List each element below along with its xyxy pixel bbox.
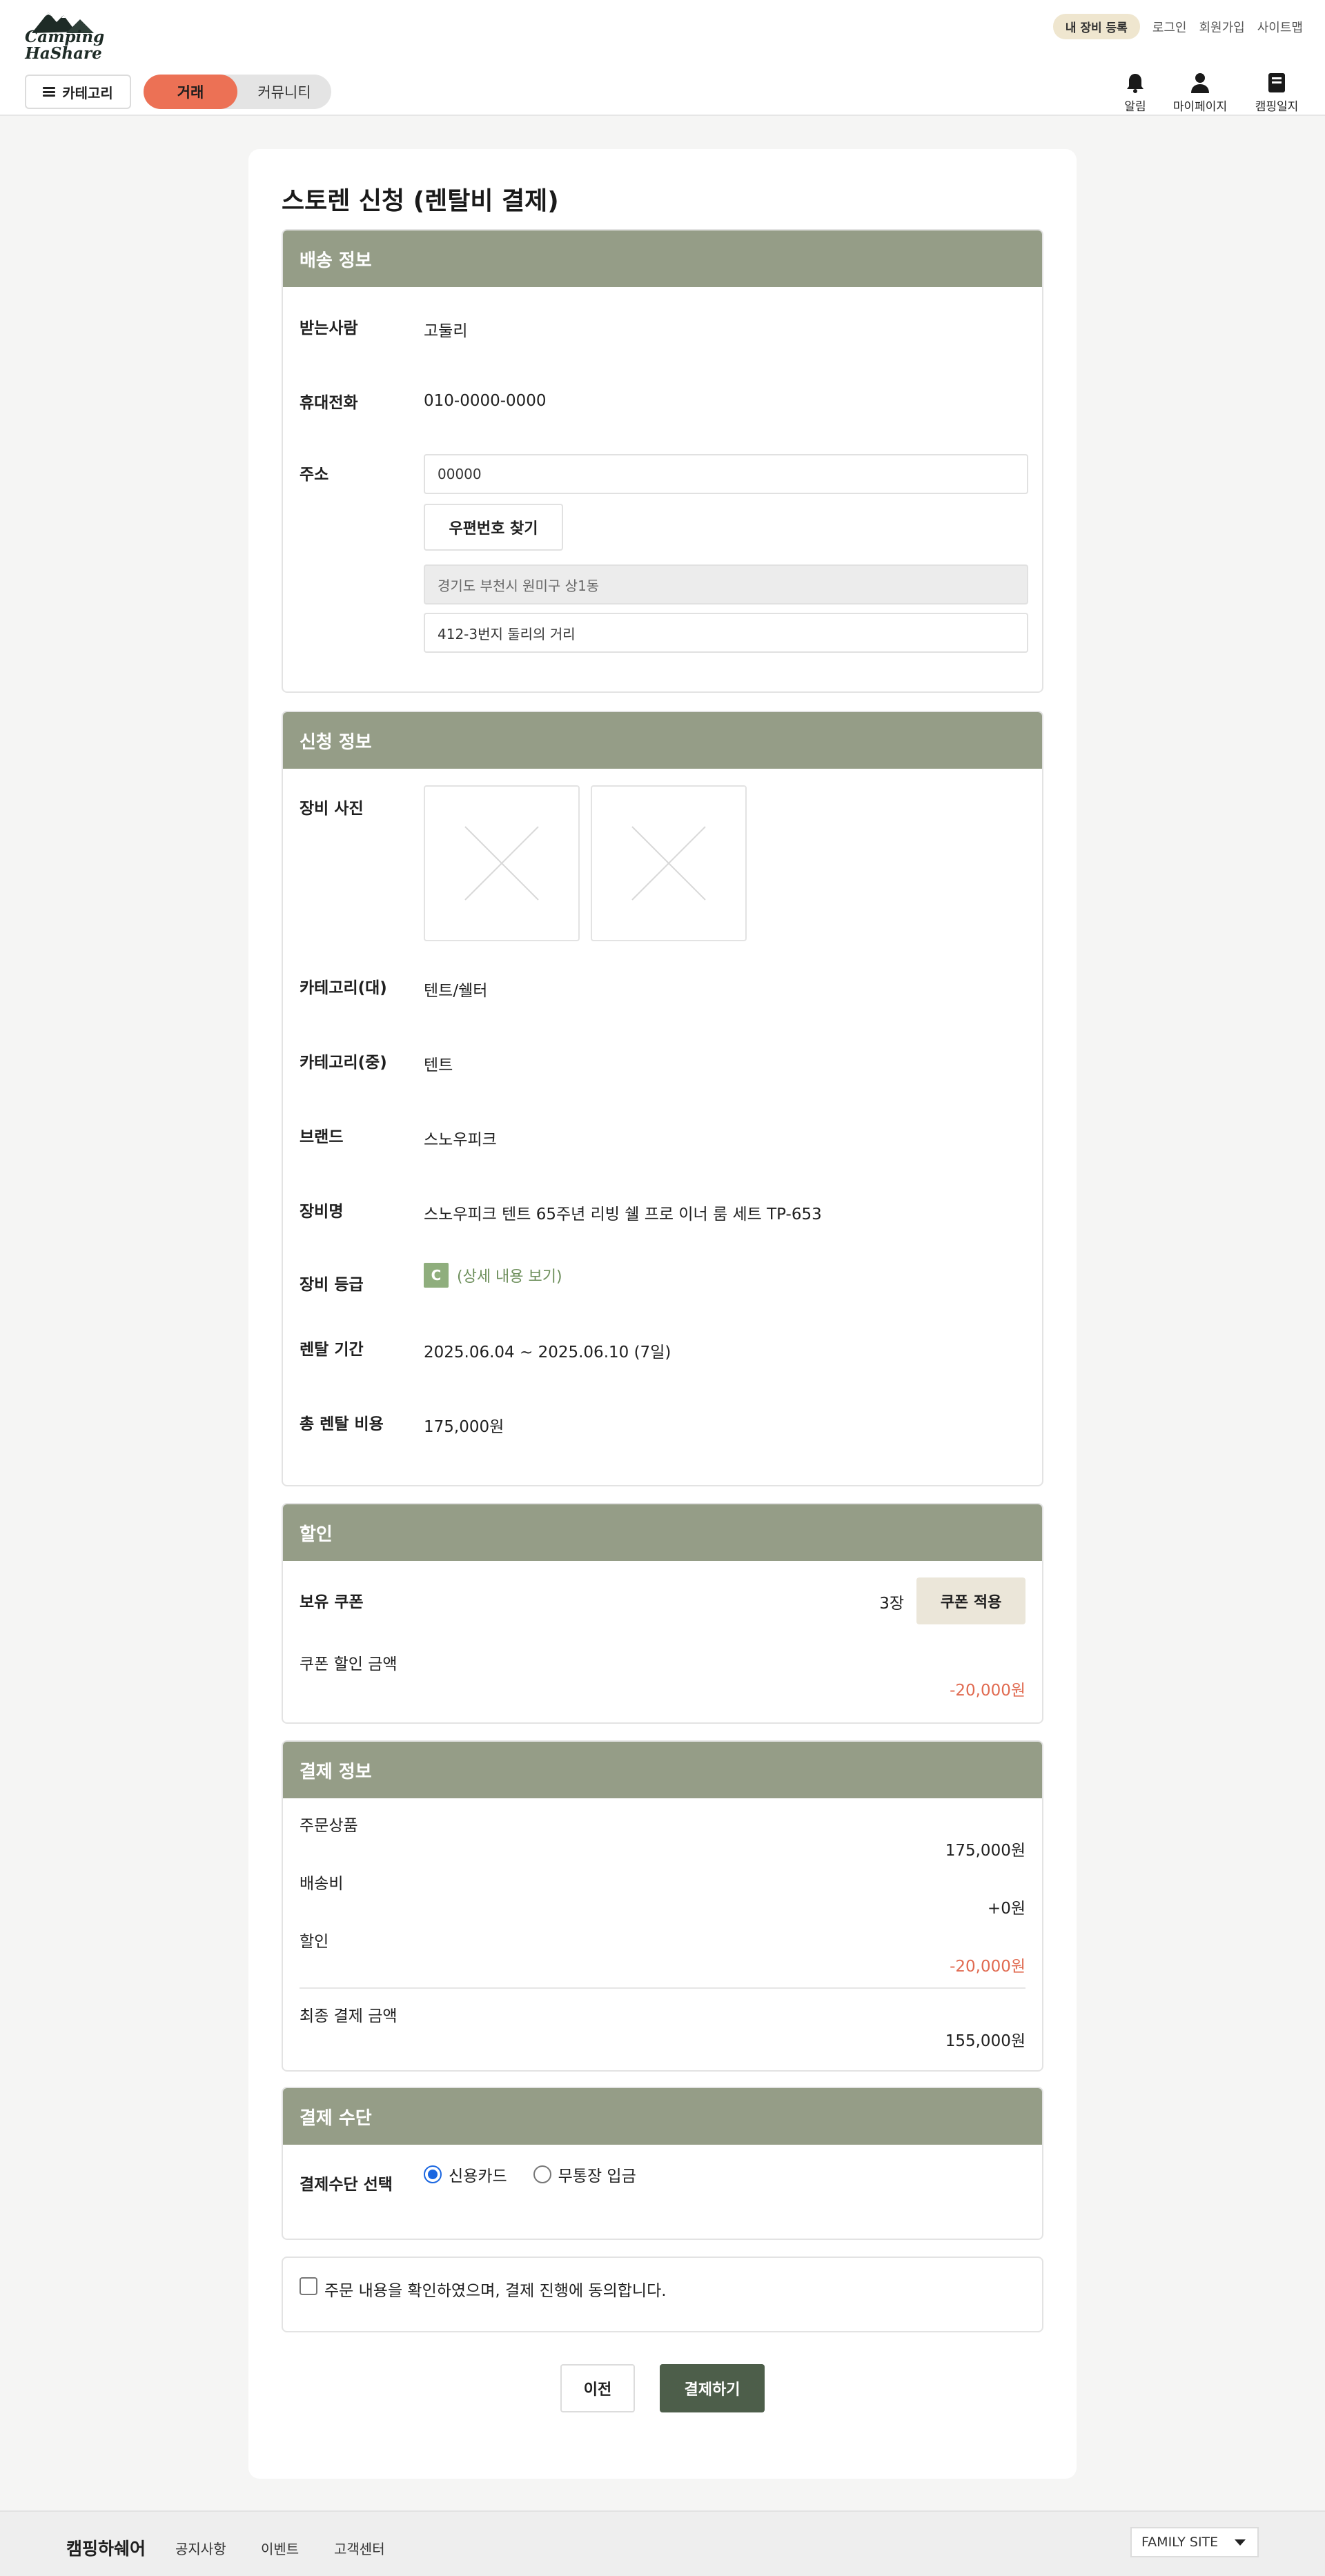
recipient-value: 고둘리 (424, 322, 468, 340)
category-mid-value: 텐트 (424, 1056, 453, 1074)
main-tab-switch: 거래 커뮤니티 (144, 75, 331, 109)
login-link[interactable]: 로그인 (1152, 18, 1187, 36)
camping-diary-label: 캠핑일지 (1255, 100, 1299, 114)
shipping-section: 배송 정보 받는사람 고둘리 휴대전화 010-0000-0000 주소 000… (282, 229, 1043, 693)
mypage-button[interactable]: 마이페이지 (1162, 69, 1238, 114)
gear-name-label: 장비명 (300, 1203, 344, 1221)
image-placeholder-icon (464, 826, 539, 901)
final-amount-label: 최종 결제 금액 (300, 2007, 398, 2025)
logo-text-bottom: HaShare (25, 44, 102, 63)
radio-credit-card-label: 신용카드 (449, 2167, 507, 2185)
recipient-label: 받는사람 (300, 319, 358, 337)
application-section: 신청 정보 장비 사진 카테고리(대) 텐트/쉘터 카테고리(중) 텐트 브랜드… (282, 711, 1043, 1486)
logo[interactable]: Camping HaShare (25, 8, 105, 63)
family-site-label: FAMILY SITE (1141, 2535, 1219, 2550)
payment-method-label: 결제수단 선택 (300, 2176, 393, 2194)
shipping-heading: 배송 정보 (283, 230, 1042, 287)
pay-button[interactable]: 결제하기 (660, 2364, 765, 2412)
footer-notice-link[interactable]: 공지사항 (175, 2538, 226, 2558)
coupon-amount-label: 쿠폰 할인 금액 (300, 1655, 398, 1673)
payment-info-heading: 결제 정보 (283, 1742, 1042, 1798)
brand-label: 브랜드 (300, 1128, 344, 1146)
coupon-count: 3장 (879, 1595, 904, 1613)
brand-value: 스노우피크 (424, 1131, 497, 1149)
user-icon (1191, 73, 1209, 93)
sitemap-link[interactable]: 사이트맵 (1257, 18, 1303, 36)
discount-heading: 할인 (283, 1504, 1042, 1561)
divider (300, 1987, 1025, 1989)
shipping-fee-label: 배송비 (300, 1875, 344, 1893)
payment-method-heading: 결제 수단 (283, 2088, 1042, 2145)
image-placeholder-icon (631, 826, 706, 901)
shipping-fee-value: +0원 (987, 1900, 1025, 1918)
category-button-label: 카테고리 (62, 84, 113, 101)
payment-method-options: 신용카드 무통장 입금 (424, 2163, 636, 2186)
prev-button[interactable]: 이전 (560, 2364, 635, 2412)
coupon-label: 보유 쿠폰 (300, 1593, 364, 1611)
payment-method-section: 결제 수단 결제수단 선택 신용카드 무통장 입금 (282, 2087, 1043, 2240)
chevron-down-icon (1235, 2539, 1246, 2546)
discount-section: 할인 보유 쿠폰 3장 쿠폰 적용 쿠폰 할인 금액 -20,000원 (282, 1503, 1043, 1724)
category-large-label: 카테고리(대) (300, 979, 387, 997)
signup-link[interactable]: 회원가입 (1199, 18, 1245, 36)
menu-icon (43, 87, 56, 97)
footer-event-link[interactable]: 이벤트 (261, 2538, 299, 2558)
order-value: 175,000원 (945, 1842, 1025, 1860)
camping-diary-button[interactable]: 캠핑일지 (1239, 69, 1315, 114)
agreement-checkbox[interactable] (300, 2277, 317, 2295)
main-card: 스토렌 신청 (렌탈비 결제) 배송 정보 받는사람 고둘리 휴대전화 010-… (248, 149, 1077, 2479)
final-amount-value: 155,000원 (945, 2032, 1025, 2050)
gear-photo-placeholder[interactable] (591, 785, 747, 941)
phone-label: 휴대전화 (300, 394, 358, 412)
site-header: Camping HaShare 내 장비 등록 로그인 회원가입 사이트맵 카테… (0, 0, 1325, 116)
radio-credit-card[interactable]: 신용카드 (424, 2163, 507, 2186)
grade-badge: C (424, 1263, 449, 1288)
site-footer: 캠핑하쉐어 공지사항 이벤트 고객센터 FAMILY SITE (0, 2510, 1325, 2576)
payment-info-section: 결제 정보 주문상품 175,000원 배송비 +0원 할인 -20,000원 … (282, 1740, 1043, 2072)
photo-label: 장비 사진 (300, 800, 364, 818)
application-heading: 신청 정보 (283, 712, 1042, 769)
radio-bank-transfer[interactable]: 무통장 입금 (533, 2163, 636, 2186)
agreement-text[interactable]: 주문 내용을 확인하였으며, 결제 진행에 동의합니다. (324, 2277, 667, 2301)
radio-unselected-icon[interactable] (533, 2165, 551, 2183)
gear-photo-placeholder[interactable] (424, 785, 580, 941)
coupon-amount-value: -20,000원 (950, 1682, 1025, 1700)
radio-selected-icon[interactable] (424, 2165, 442, 2183)
family-site-select[interactable]: FAMILY SITE (1130, 2527, 1259, 2557)
grade-detail-link[interactable]: (상세 내용 보기) (457, 1264, 562, 1286)
rental-cost-value: 175,000원 (424, 1418, 504, 1436)
discount-value: -20,000원 (950, 1958, 1025, 1976)
rental-period-label: 렌탈 기간 (300, 1341, 364, 1359)
grade-label: 장비 등급 (300, 1276, 364, 1294)
category-button[interactable]: 카테고리 (25, 75, 131, 109)
logo-text-top: Camping (25, 28, 105, 46)
rental-cost-label: 총 렌탈 비용 (300, 1415, 384, 1433)
footer-support-link[interactable]: 고객센터 (334, 2538, 385, 2558)
footer-brand: 캠핑하쉐어 (66, 2539, 146, 2559)
gear-name-value: 스노우피크 텐트 65주년 리빙 쉘 프로 이너 룸 세트 TP-653 (424, 1206, 822, 1223)
zipcode-field[interactable]: 00000 (424, 454, 1028, 494)
category-mid-label: 카테고리(중) (300, 1054, 387, 1072)
mypage-label: 마이페이지 (1172, 100, 1228, 114)
zip-search-button[interactable]: 우편번호 찾기 (424, 504, 563, 551)
address-label: 주소 (300, 466, 329, 484)
address-detail-field[interactable]: 412-3번지 둘리의 거리 (424, 613, 1028, 653)
discount-label: 할인 (300, 1933, 329, 1951)
top-links: 내 장비 등록 로그인 회원가입 사이트맵 (1052, 14, 1303, 39)
category-large-value: 텐트/쉘터 (424, 982, 488, 1000)
bell-icon (1127, 74, 1144, 93)
register-gear-button[interactable]: 내 장비 등록 (1052, 14, 1140, 39)
phone-value: 010-0000-0000 (424, 392, 547, 410)
tab-trade[interactable]: 거래 (144, 75, 237, 109)
radio-bank-transfer-label: 무통장 입금 (558, 2167, 636, 2185)
grade-row: C (상세 내용 보기) (424, 1263, 562, 1288)
agreement-box: 주문 내용을 확인하였으며, 결제 진행에 동의합니다. (282, 2257, 1043, 2332)
tab-community[interactable]: 커뮤니티 (237, 75, 331, 109)
page-title: 스토렌 신청 (렌탈비 결제) (282, 187, 559, 215)
address-main-field: 경기도 부천시 원미구 상1동 (424, 564, 1028, 604)
rental-period-value: 2025.06.04 ~ 2025.06.10 (7일) (424, 1344, 671, 1361)
apply-coupon-button[interactable]: 쿠폰 적용 (916, 1577, 1025, 1624)
order-label: 주문상품 (300, 1817, 358, 1835)
book-icon (1268, 73, 1285, 92)
